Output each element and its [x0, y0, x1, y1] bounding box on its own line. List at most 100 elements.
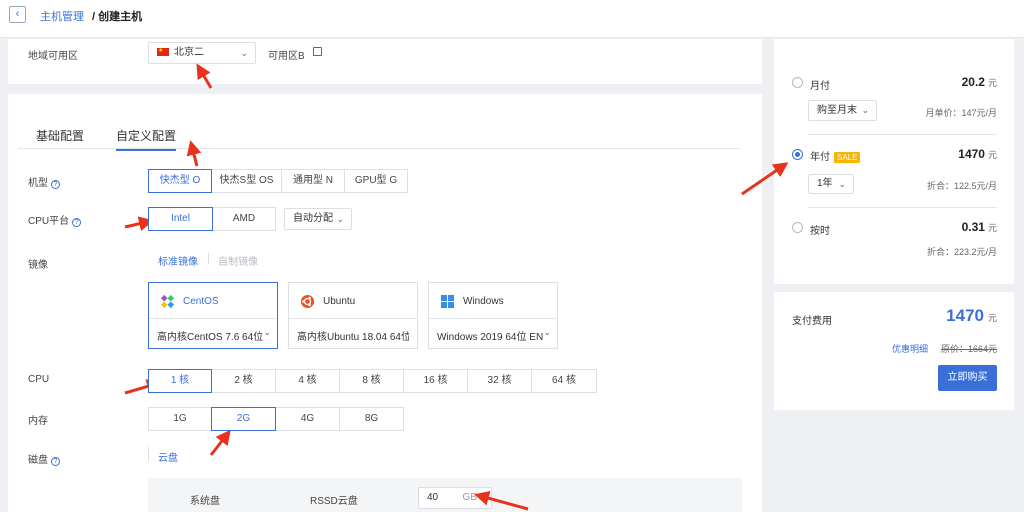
top-bar: ‹ 主机管理 / 创建主机 [0, 0, 1024, 38]
cpu-label: CPU [28, 374, 50, 385]
os-name: Ubuntu [323, 296, 356, 307]
image-tab-custom[interactable]: 自制镜像 [218, 253, 258, 268]
buy-now-button[interactable]: 立即购买 [938, 365, 997, 391]
breadcrumb-parent-link[interactable]: 主机管理 [40, 8, 84, 24]
region-select[interactable]: ★ 北京二 ⌄ [148, 42, 256, 64]
hourly-price-unit: 元 [987, 223, 997, 233]
subtab-divider [148, 447, 149, 461]
radio-monthly[interactable] [792, 77, 803, 88]
monthly-price-unit: 元 [987, 78, 997, 88]
payment-total-unit: 元 [987, 313, 997, 323]
disk-tab-cloud[interactable]: 云盘 [158, 449, 178, 464]
memory-option-2g[interactable]: 2G [211, 407, 276, 431]
monthly-period-value: 购至月末 [817, 105, 857, 116]
region-label: 地域可用区 [28, 51, 78, 62]
os-card-windows[interactable]: Windows Windows 2019 64位 EN ⌄ [428, 282, 558, 349]
machine-type-option-g[interactable]: GPU型 G [344, 169, 408, 193]
disk-size-input[interactable]: 40 GB [418, 487, 492, 509]
cpu-option-2[interactable]: 2 核 [211, 369, 276, 393]
yearly-price-value: 1470 [958, 147, 985, 161]
monthly-note: 月单价：147元/月 [925, 108, 997, 118]
memory-selector: 1G 2G 4G 8G [148, 407, 404, 431]
disk-size-unit: GB [462, 492, 477, 503]
memory-option-4g[interactable]: 4G [275, 407, 340, 431]
cpu-option-8[interactable]: 8 核 [339, 369, 404, 393]
breadcrumb-separator: / [92, 11, 96, 23]
radio-hourly[interactable] [792, 222, 803, 233]
cpu-option-16[interactable]: 16 核 [403, 369, 468, 393]
monthly-period-select[interactable]: 购至月末 ⌄ [808, 100, 877, 121]
machine-type-option-o[interactable]: 快杰型 O [148, 169, 212, 193]
cpu-platform-amd[interactable]: AMD [212, 207, 276, 231]
yearly-period-value: 1年 [817, 178, 833, 189]
machine-type-label-text: 机型 [28, 178, 48, 189]
machine-type-selector: 快杰型 O 快杰S型 OS 通用型 N GPU型 G [148, 169, 408, 193]
os-version-select[interactable]: 高内核Ubuntu 18.04 64位 [297, 328, 409, 343]
os-card-ubuntu[interactable]: Ubuntu 高内核Ubuntu 18.04 64位 ⌄ [288, 282, 418, 349]
tabs-divider [18, 148, 740, 149]
memory-option-8g[interactable]: 8G [339, 407, 404, 431]
disk-type-label: RSSD云盘 [310, 496, 358, 507]
system-disk-label: 系统盘 [190, 496, 220, 507]
external-link-icon[interactable] [313, 47, 322, 56]
memory-option-1g[interactable]: 1G [148, 407, 212, 431]
help-icon[interactable]: ? [72, 218, 82, 227]
yearly-price: 1470 元 [958, 147, 997, 161]
breadcrumb-current: / 创建主机 [92, 8, 142, 24]
disk-label-text: 磁盘 [28, 455, 48, 466]
back-chevron-icon[interactable]: ‹ [9, 6, 26, 23]
disk-label: 磁盘? [28, 451, 60, 466]
help-icon[interactable]: ? [51, 457, 60, 466]
chevron-down-icon: ⌄ [403, 327, 411, 337]
hourly-note: 折合：223.2元/月 [926, 247, 997, 257]
yearly-note: 折合：122.5元/月 [926, 181, 997, 191]
cpu-option-1[interactable]: 1 核 [148, 369, 212, 393]
help-icon[interactable]: ? [51, 180, 60, 189]
china-flag-icon: ★ [157, 48, 169, 56]
os-card-divider [149, 318, 277, 319]
pricing-divider [808, 207, 997, 208]
cpu-platform-intel[interactable]: Intel [148, 207, 213, 231]
page-title: 创建主机 [98, 11, 143, 23]
payment-label: 支付费用 [792, 316, 832, 327]
chevron-down-icon: ⌄ [861, 105, 869, 115]
pricing-divider [808, 134, 997, 135]
machine-type-option-os[interactable]: 快杰S型 OS [211, 169, 282, 193]
machine-type-option-n[interactable]: 通用型 N [281, 169, 345, 193]
cpu-option-64[interactable]: 64 核 [531, 369, 597, 393]
os-card-divider [289, 318, 417, 319]
image-label: 镜像 [28, 260, 48, 271]
cpu-option-4[interactable]: 4 核 [275, 369, 340, 393]
cpu-allocation-value: 自动分配 [293, 213, 333, 224]
cpu-platform-label-text: CPU平台 [28, 216, 70, 227]
os-card-centos[interactable]: CentOS 高内核CentOS 7.6 64位 ⌄ [148, 282, 278, 349]
os-version-select[interactable]: Windows 2019 64位 EN [437, 328, 549, 343]
os-name: CentOS [183, 296, 219, 307]
chevron-down-icon: ⌄ [336, 214, 344, 224]
monthly-price: 20.2 元 [962, 75, 997, 89]
yearly-price-unit: 元 [987, 150, 997, 160]
zone-label: 可用区B [268, 51, 305, 62]
cpu-platform-label: CPU平台? [28, 212, 82, 227]
chevron-down-icon: ⌄ [263, 327, 271, 337]
monthly-price-value: 20.2 [961, 75, 985, 89]
cpu-option-32[interactable]: 32 核 [467, 369, 532, 393]
os-version-select[interactable]: 高内核CentOS 7.6 64位 [157, 328, 269, 343]
tab-basic-config[interactable]: 基础配置 [36, 127, 84, 144]
os-card-divider [429, 318, 557, 319]
yearly-label-text: 年付 [810, 152, 830, 163]
chevron-down-icon: ⌄ [240, 48, 248, 58]
cpu-core-selector: 1 核 2 核 4 核 8 核 16 核 32 核 64 核 [148, 369, 597, 393]
image-tab-standard[interactable]: 标准镜像 [158, 253, 198, 268]
os-name: Windows [463, 296, 504, 307]
cpu-platform-selector: Intel AMD [148, 207, 276, 231]
memory-label: 内存 [28, 416, 48, 427]
sale-badge: SALE [834, 152, 861, 163]
chevron-down-icon: ⌄ [838, 179, 846, 189]
radio-yearly[interactable] [792, 149, 803, 160]
original-price: 原价：1664元 [940, 344, 997, 354]
discount-detail-link[interactable]: 优惠明细 [892, 342, 928, 355]
yearly-period-select[interactable]: 1年 ⌄ [808, 174, 854, 194]
machine-type-label: 机型? [28, 174, 60, 189]
cpu-allocation-select[interactable]: 自动分配 ⌄ [284, 208, 352, 230]
